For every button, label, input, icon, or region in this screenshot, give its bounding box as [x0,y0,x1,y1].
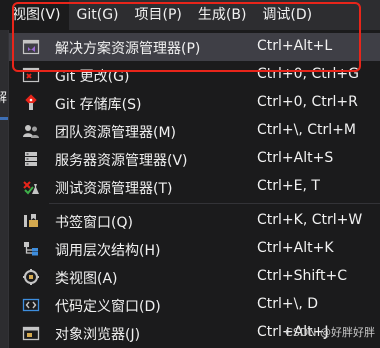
menu-item-bookmark-window[interactable]: 书签窗口(Q) Ctrl+K, Ctrl+W [9,207,380,235]
view-menu-dropdown: 解决方案资源管理器(P) Ctrl+Alt+L Git 更改(G) Ctrl+0… [8,30,380,348]
class-view-icon [23,269,39,285]
menu-item-shortcut: Ctrl+Shift+C [257,268,347,284]
test-explorer-icon [23,181,39,195]
background-text-fragment: 解 [0,91,8,106]
menu-item-server-explorer[interactable]: 服务器资源管理器(V) Ctrl+Alt+S [9,145,380,173]
bookmark-window-icon [24,214,38,227]
menu-item-shortcut: Ctrl+\, Ctrl+M [257,122,356,138]
background-accent-line [0,117,8,120]
git-repository-icon [25,94,37,110]
object-browser-icon [22,326,40,341]
menu-item-label: Git 存储库(S) [55,97,142,113]
server-explorer-icon [25,152,37,166]
menu-item-class-view[interactable]: 类视图(A) Ctrl+Shift+C [9,263,380,291]
menu-item-shortcut: Ctrl+\, D [257,296,319,312]
menu-item-label: 对象浏览器(J) [55,327,141,343]
menu-separator [49,203,380,204]
menu-item-label: 调用层次结构(H) [55,243,161,259]
code-definition-icon [22,298,40,312]
menu-item-call-hierarchy[interactable]: 调用层次结构(H) Ctrl+Alt+K [9,235,380,263]
watermark: CSDN @好胖好胖 [285,326,375,339]
call-hierarchy-icon [24,242,38,256]
menu-item-label: 类视图(A) [55,271,118,287]
menu-item-test-explorer[interactable]: 测试资源管理器(T) Ctrl+E, T [9,173,380,201]
highlight-annotation-box [12,2,361,72]
menu-item-label: 测试资源管理器(T) [55,181,173,197]
menu-item-git-repository[interactable]: Git 存储库(S) Ctrl+0, Ctrl+R [9,89,380,117]
menu-item-shortcut: Ctrl+K, Ctrl+W [257,212,363,228]
team-explorer-icon [23,125,39,138]
menu-item-team-explorer[interactable]: 团队资源管理器(M) Ctrl+\, Ctrl+M [9,117,380,145]
menu-item-code-definition-window[interactable]: 代码定义窗口(D) Ctrl+\, D [9,291,380,319]
menu-item-shortcut: Ctrl+Alt+K [257,240,334,256]
background-window-edge: 解 [0,30,8,348]
menu-item-shortcut: Ctrl+0, Ctrl+R [257,94,358,110]
menu-item-label: 书签窗口(Q) [55,215,133,231]
menu-item-label: 团队资源管理器(M) [55,125,177,141]
menu-item-shortcut: Ctrl+E, T [257,178,320,194]
menu-item-label: 代码定义窗口(D) [55,299,161,315]
menu-item-label: 服务器资源管理器(V) [55,153,188,169]
menu-item-shortcut: Ctrl+Alt+S [257,150,334,166]
